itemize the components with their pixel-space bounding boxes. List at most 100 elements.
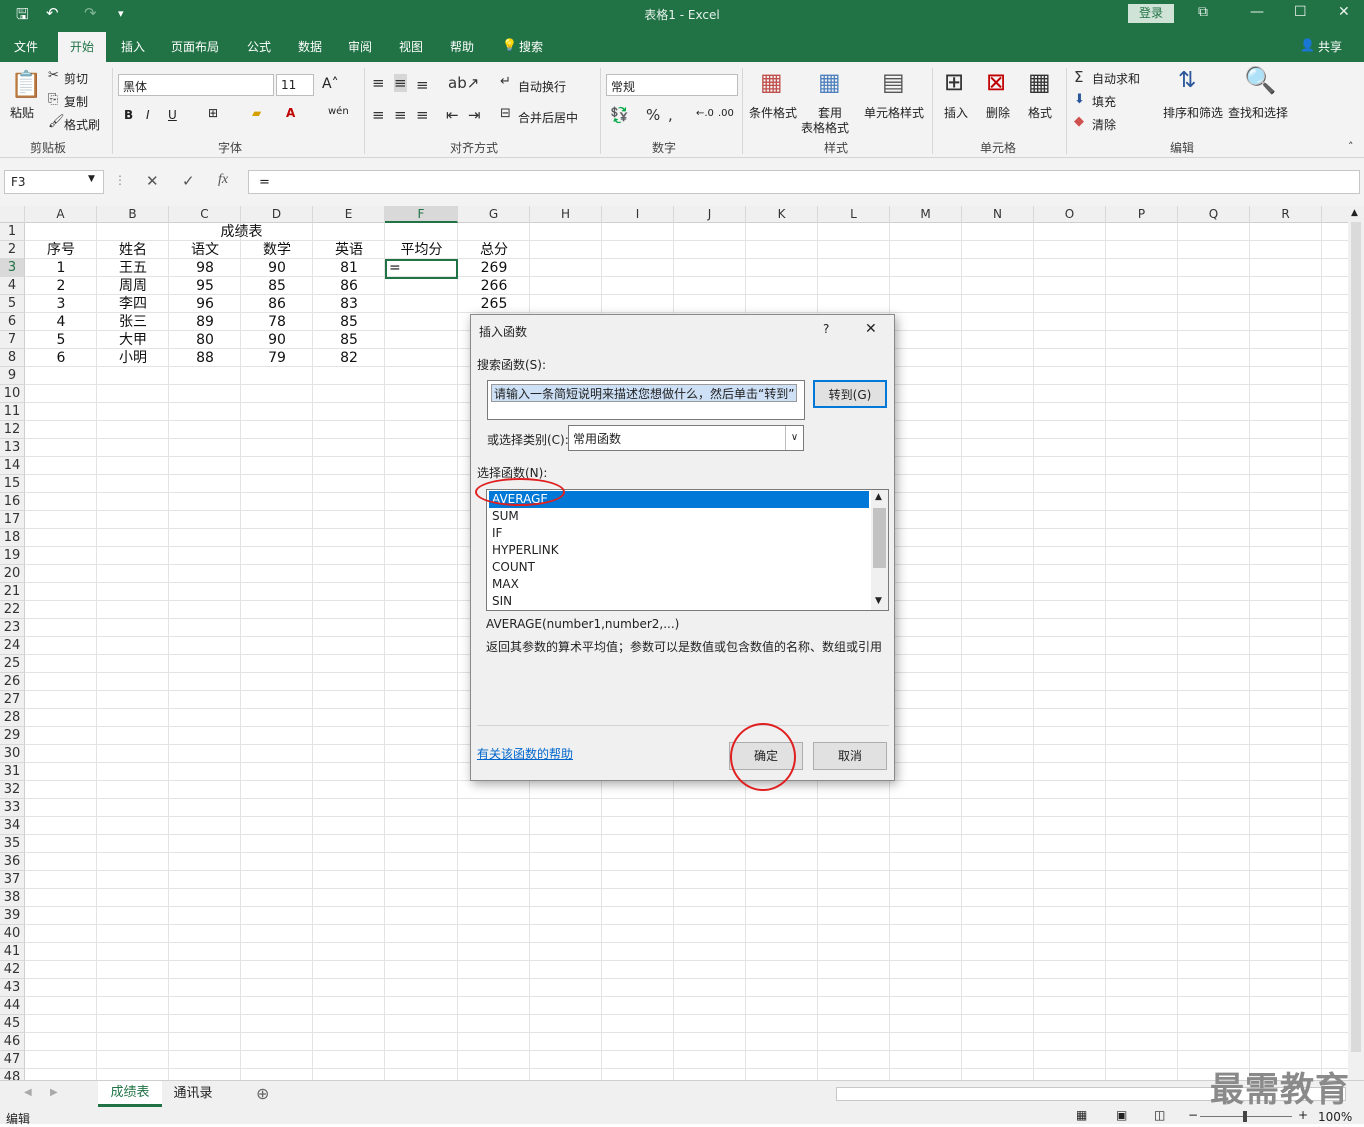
- function-item-count[interactable]: COUNT: [489, 559, 869, 576]
- row-header-10[interactable]: 10: [0, 385, 25, 403]
- row-header-18[interactable]: 18: [0, 529, 25, 547]
- row-header-43[interactable]: 43: [0, 979, 25, 997]
- prev-sheet-icon[interactable]: ◀: [24, 1087, 32, 1098]
- search-function-input[interactable]: 请输入一条简短说明来描述您想做什么，然后单击“转到”: [487, 380, 805, 420]
- comma-icon[interactable]: ,: [668, 106, 673, 124]
- cell-E3[interactable]: 81: [313, 259, 385, 277]
- align-center-icon[interactable]: ≡: [394, 106, 407, 124]
- format-painter-button[interactable]: 格式刷: [64, 116, 100, 133]
- zoom-slider-thumb[interactable]: [1243, 1111, 1247, 1122]
- normal-view-icon[interactable]: ▦: [1076, 1108, 1087, 1122]
- paste-icon[interactable]: 📋: [10, 70, 42, 100]
- list-scrollbar[interactable]: ▲ ▼: [871, 490, 888, 610]
- delete-cells-button[interactable]: 删除: [986, 104, 1010, 121]
- cell-D6[interactable]: 78: [241, 313, 313, 331]
- row-header-28[interactable]: 28: [0, 709, 25, 727]
- align-middle-icon[interactable]: ≡: [394, 74, 407, 92]
- row-header-32[interactable]: 32: [0, 781, 25, 799]
- cell-A8[interactable]: 6: [25, 349, 97, 367]
- login-button[interactable]: 登录: [1128, 4, 1174, 23]
- selected-cell-F3[interactable]: [385, 259, 458, 279]
- function-item-if[interactable]: IF: [489, 525, 869, 542]
- cell-B8[interactable]: 小明: [97, 349, 169, 367]
- sort-filter-button[interactable]: 排序和筛选: [1163, 104, 1223, 121]
- select-all-corner[interactable]: [0, 206, 25, 223]
- page-break-view-icon[interactable]: ◫: [1154, 1108, 1165, 1122]
- tab-home[interactable]: 开始: [58, 32, 106, 62]
- cell-A6[interactable]: 4: [25, 313, 97, 331]
- row-header-33[interactable]: 33: [0, 799, 25, 817]
- wrap-text-button[interactable]: 自动换行: [518, 78, 566, 95]
- row-header-5[interactable]: 5: [0, 295, 25, 313]
- formula-input[interactable]: =: [248, 170, 1360, 194]
- cell-D8[interactable]: 79: [241, 349, 313, 367]
- cell-C7[interactable]: 80: [169, 331, 241, 349]
- share-button[interactable]: 共享: [1318, 38, 1342, 55]
- column-header-P[interactable]: P: [1106, 206, 1178, 223]
- dialog-help-button[interactable]: ?: [823, 322, 829, 336]
- orientation-icon[interactable]: ab↗: [448, 74, 479, 92]
- align-top-icon[interactable]: ≡: [372, 74, 385, 92]
- tab-insert[interactable]: 插入: [121, 38, 145, 55]
- row-header-40[interactable]: 40: [0, 925, 25, 943]
- cell-A7[interactable]: 5: [25, 331, 97, 349]
- row-header-11[interactable]: 11: [0, 403, 25, 421]
- decrease-decimal-icon[interactable]: .00: [718, 108, 734, 119]
- row-header-36[interactable]: 36: [0, 853, 25, 871]
- header-cell-E[interactable]: 英语: [313, 241, 385, 259]
- row-header-25[interactable]: 25: [0, 655, 25, 673]
- cell-B3[interactable]: 王五: [97, 259, 169, 277]
- row-header-1[interactable]: 1: [0, 223, 25, 241]
- cell-A5[interactable]: 3: [25, 295, 97, 313]
- category-select[interactable]: 常用函数 ∨: [568, 425, 804, 451]
- row-header-8[interactable]: 8: [0, 349, 25, 367]
- column-header-G[interactable]: G: [458, 206, 530, 223]
- cell-D5[interactable]: 86: [241, 295, 313, 313]
- insert-cells-button[interactable]: 插入: [944, 104, 968, 121]
- zoom-out-icon[interactable]: −: [1188, 1108, 1198, 1122]
- maximize-icon[interactable]: ☐: [1294, 4, 1307, 20]
- row-header-15[interactable]: 15: [0, 475, 25, 493]
- function-item-sum[interactable]: SUM: [489, 508, 869, 525]
- cell-styles-button[interactable]: 单元格样式: [864, 104, 924, 121]
- row-header-24[interactable]: 24: [0, 637, 25, 655]
- row-header-29[interactable]: 29: [0, 727, 25, 745]
- column-header-A[interactable]: A: [25, 206, 97, 223]
- row-header-41[interactable]: 41: [0, 943, 25, 961]
- dialog-close-icon[interactable]: ✕: [865, 321, 877, 337]
- scroll-thumb[interactable]: [1351, 222, 1361, 1052]
- tab-help[interactable]: 帮助: [450, 38, 474, 55]
- fill-button[interactable]: 填充: [1092, 93, 1116, 110]
- row-header-7[interactable]: 7: [0, 331, 25, 349]
- cell-E8[interactable]: 82: [313, 349, 385, 367]
- row-header-22[interactable]: 22: [0, 601, 25, 619]
- function-item-max[interactable]: MAX: [489, 576, 869, 593]
- column-header-I[interactable]: I: [602, 206, 674, 223]
- cut-button[interactable]: 剪切: [64, 70, 88, 87]
- grow-font-icon[interactable]: A˄: [322, 76, 339, 92]
- cell-C4[interactable]: 95: [169, 277, 241, 295]
- row-header-19[interactable]: 19: [0, 547, 25, 565]
- close-icon[interactable]: ✕: [1338, 4, 1350, 20]
- conditional-format-button[interactable]: 条件格式: [749, 104, 797, 121]
- row-header-39[interactable]: 39: [0, 907, 25, 925]
- row-header-31[interactable]: 31: [0, 763, 25, 781]
- row-header-47[interactable]: 47: [0, 1051, 25, 1069]
- column-header-K[interactable]: K: [746, 206, 818, 223]
- increase-decimal-icon[interactable]: ←.0: [696, 108, 714, 119]
- row-header-4[interactable]: 4: [0, 277, 25, 295]
- cell-B4[interactable]: 周周: [97, 277, 169, 295]
- cell-A3[interactable]: 1: [25, 259, 97, 277]
- row-header-35[interactable]: 35: [0, 835, 25, 853]
- font-size-select[interactable]: 11: [276, 74, 314, 96]
- tab-file[interactable]: 文件: [14, 38, 38, 55]
- cell-C8[interactable]: 88: [169, 349, 241, 367]
- column-header-C[interactable]: C: [169, 206, 241, 223]
- ribbon-display-icon[interactable]: ⧉: [1198, 4, 1208, 20]
- copy-button[interactable]: 复制: [64, 93, 88, 110]
- list-scroll-thumb[interactable]: [873, 508, 886, 568]
- cell-A4[interactable]: 2: [25, 277, 97, 295]
- column-header-F[interactable]: F: [385, 206, 458, 223]
- cell-C6[interactable]: 89: [169, 313, 241, 331]
- format-cells-button[interactable]: 格式: [1028, 104, 1052, 121]
